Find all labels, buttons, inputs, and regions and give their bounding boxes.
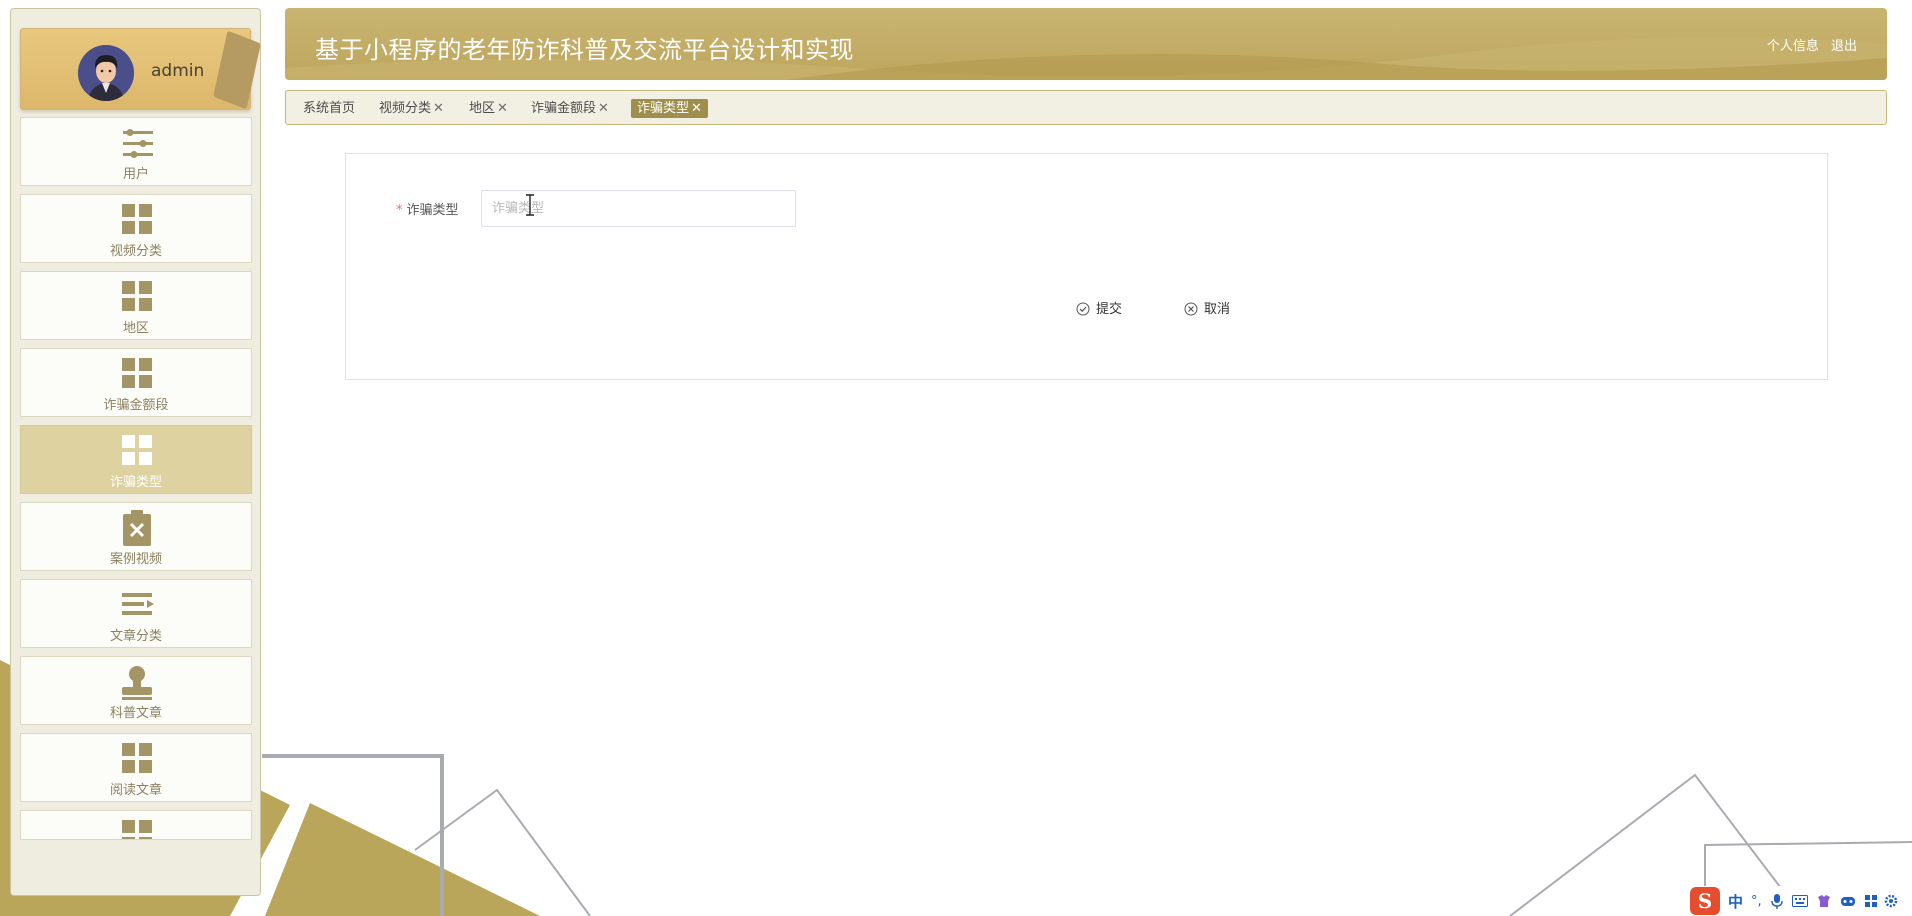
required-mark: * — [396, 203, 403, 218]
sidebar-item-fraud-type[interactable]: 诈骗类型 — [20, 425, 252, 494]
profile-link[interactable]: 个人信息 — [1767, 39, 1819, 54]
sidebar-item-label: 诈骗金额段 — [103, 398, 169, 413]
grid-icon — [122, 204, 152, 234]
sidebar-item-label: 地区 — [122, 321, 149, 336]
list-indent-icon — [122, 593, 154, 615]
grid-icon — [122, 820, 152, 839]
fraud-type-label: * 诈骗类型 — [396, 199, 459, 218]
cancel-button[interactable]: 取消 — [1184, 297, 1230, 321]
sidebar-item-users[interactable]: 用户 — [20, 117, 252, 186]
sogou-logo-icon[interactable]: S — [1690, 887, 1720, 915]
check-circle-icon — [1076, 302, 1090, 316]
sidebar-item-more[interactable] — [20, 810, 252, 840]
apps-icon[interactable] — [1864, 894, 1878, 908]
punctuation-toggle[interactable]: °, — [1751, 894, 1762, 909]
decorative-flap — [213, 30, 260, 110]
avatar[interactable] — [78, 45, 134, 101]
sidebar-item-fraud-amount[interactable]: 诈骗金额段 — [20, 348, 252, 417]
toolbox-icon[interactable] — [1840, 895, 1856, 907]
grid-icon — [122, 743, 152, 773]
close-icon[interactable]: ✕ — [497, 101, 508, 116]
sidebar-menu: 用户 视频分类 地区 诈骗金额段 诈骗类型 案例视频 文章分类 科普文章 阅读文… — [20, 117, 252, 848]
tab-video-category[interactable]: 视频分类 ✕ — [373, 99, 450, 118]
sidebar-item-case-video[interactable]: 案例视频 — [20, 502, 252, 571]
sidebar-item-read-article[interactable]: 阅读文章 — [20, 733, 252, 802]
sidebar-item-label: 科普文章 — [109, 706, 162, 721]
keyboard-icon[interactable] — [1791, 895, 1808, 907]
tab-label: 地区 — [469, 101, 496, 116]
sidebar-item-label: 文章分类 — [109, 629, 162, 644]
header-links: 个人信息 退出 — [1759, 35, 1857, 54]
sidebar-item-label: 诈骗类型 — [109, 475, 162, 490]
tab-label: 系统首页 — [303, 101, 356, 116]
form-card: *诈骗类型 提交 取消 — [345, 153, 1828, 380]
text-cursor-icon — [526, 194, 534, 216]
sidebar-item-article-category[interactable]: 文章分类 — [20, 579, 252, 648]
app-window: admin 用户 视频分类 地区 诈骗金额段 诈骗类型 案例视频 文章分类 科普… — [0, 0, 1912, 916]
tab-home[interactable]: 系统首页 — [297, 99, 361, 118]
username: admin — [151, 61, 205, 81]
ime-toolbar: S 中 °, — [1690, 886, 1912, 916]
logout-link[interactable]: 退出 — [1831, 39, 1857, 54]
submit-button[interactable]: 提交 — [1076, 297, 1122, 321]
sliders-icon — [123, 129, 153, 158]
tab-label: 视频分类 — [379, 101, 432, 116]
stamp-icon — [122, 666, 152, 700]
close-icon[interactable]: ✕ — [691, 101, 702, 116]
tab-fraud-amount[interactable]: 诈骗金额段 ✕ — [525, 99, 615, 118]
sidebar-item-video-category[interactable]: 视频分类 — [20, 194, 252, 263]
clipboard-x-icon — [123, 510, 151, 546]
x-circle-icon — [1184, 302, 1198, 316]
microphone-icon[interactable] — [1770, 893, 1784, 909]
top-header: 基于小程序的老年防诈科普及交流平台设计和实现 个人信息 退出 — [285, 8, 1887, 80]
tab-label: 诈骗类型 — [637, 101, 690, 116]
submit-label: 提交 — [1096, 301, 1123, 316]
grid-icon — [122, 435, 152, 465]
sidebar-item-region[interactable]: 地区 — [20, 271, 252, 340]
grid-icon — [122, 358, 152, 388]
close-icon[interactable]: ✕ — [433, 101, 444, 116]
field-label-text: 诈骗类型 — [406, 203, 459, 218]
tab-label: 诈骗金额段 — [531, 101, 597, 116]
tab-fraud-type[interactable]: 诈骗类型 ✕ — [631, 99, 708, 118]
skin-icon[interactable] — [1816, 893, 1832, 909]
tab-region[interactable]: 地区 ✕ — [463, 99, 514, 118]
app-title: 基于小程序的老年防诈科普及交流平台设计和实现 — [315, 36, 854, 64]
sidebar: admin 用户 视频分类 地区 诈骗金额段 诈骗类型 案例视频 文章分类 科普… — [10, 8, 261, 896]
cancel-label: 取消 — [1204, 301, 1231, 316]
close-icon[interactable]: ✕ — [598, 101, 609, 116]
grid-icon — [122, 281, 152, 311]
sidebar-item-label: 阅读文章 — [109, 783, 162, 798]
background-decoration — [0, 660, 1912, 916]
settings-gear-icon[interactable] — [1884, 894, 1898, 908]
sidebar-item-label: 用户 — [122, 167, 149, 182]
tab-bar: 系统首页 视频分类 ✕ 地区 ✕ 诈骗金额段 ✕ 诈骗类型 ✕ — [285, 90, 1887, 125]
ime-mode-toggle[interactable]: 中 — [1728, 891, 1743, 912]
sidebar-item-science-article[interactable]: 科普文章 — [20, 656, 252, 725]
sidebar-item-label: 案例视频 — [109, 552, 162, 567]
user-panel: admin — [20, 28, 260, 110]
sidebar-item-label: 视频分类 — [109, 244, 162, 259]
